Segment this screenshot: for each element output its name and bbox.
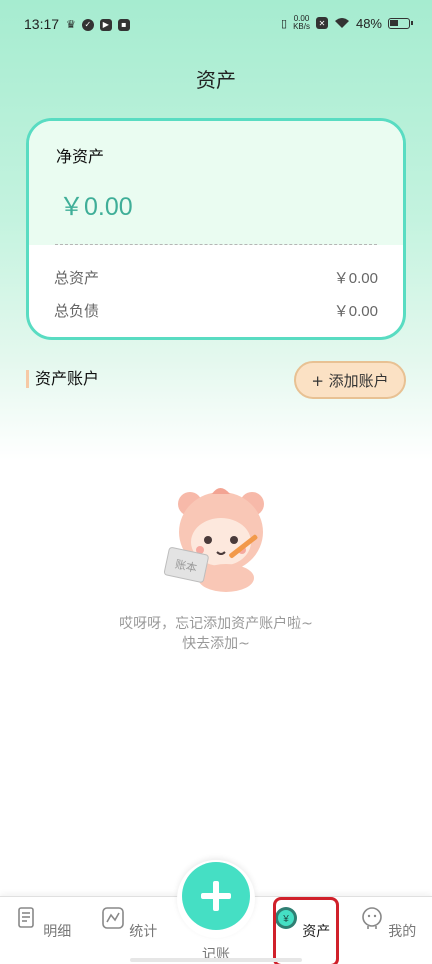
status-time: 13:17	[24, 16, 60, 32]
battery-icon	[388, 17, 413, 29]
vibrate-icon: ▯	[281, 17, 288, 30]
no-sim-icon: ✕	[315, 17, 328, 29]
nav-item-statistics[interactable]: 统计	[99, 906, 159, 941]
status-right-icons: ▯ 0.00 KB/s ✕ 48%	[281, 15, 413, 31]
total-liabilities-label: 总负债	[54, 302, 100, 320]
home-indicator	[130, 958, 302, 962]
nav-label-profile: 我的	[388, 924, 417, 940]
empty-state-message: 哎呀呀，忘记添加资产账户啦~ 快去添加~	[0, 614, 432, 654]
card-divider	[55, 244, 377, 245]
document-icon	[17, 907, 34, 928]
status-notification-icons: ♛ ✓ ▶ ▪	[66, 18, 130, 31]
network-speed: 0.00 KB/s	[293, 15, 310, 31]
page-title: 资产	[196, 68, 236, 92]
total-liabilities-row: 总负债 ￥0.00	[54, 300, 378, 321]
chart-icon	[101, 907, 124, 929]
status-bar: 13:17 ♛ ✓ ▶ ▪ ▯ 0.00 KB/s ✕ 48%	[0, 0, 432, 50]
nav-item-details[interactable]: 明细	[13, 906, 73, 941]
total-assets-label: 总资产	[54, 269, 100, 287]
network-speed-unit: KB/s	[293, 22, 310, 31]
asset-accounts-title: 资产账户	[26, 370, 99, 388]
check-badge-icon: ✓	[81, 18, 94, 31]
total-liabilities-value: ￥0.00	[333, 303, 378, 320]
mascot-illustration: 账本	[163, 488, 264, 592]
nav-label-statistics: 统计	[129, 924, 158, 940]
empty-state-line-2: 快去添加~	[182, 636, 250, 652]
nav-item-profile[interactable]: 我的	[358, 906, 418, 941]
total-assets-row: 总资产 ￥0.00	[54, 267, 378, 288]
add-account-button[interactable]: + 添加账户	[294, 361, 406, 399]
battery-percent: 48%	[355, 15, 382, 31]
add-record-fab[interactable]	[182, 862, 250, 930]
crown-icon: ♛	[66, 18, 76, 31]
plus-icon	[201, 881, 231, 911]
active-tab-highlight	[273, 897, 339, 964]
card-top-section	[29, 121, 403, 245]
empty-state-line-1: 哎呀呀，忘记添加资产账户啦~	[119, 616, 313, 632]
net-assets-value: ￥0.00	[59, 193, 133, 221]
play-app-icon: ▶	[99, 18, 112, 31]
profile-icon	[361, 907, 382, 929]
net-assets-label: 净资产	[56, 147, 105, 166]
nav-label-details: 明细	[43, 924, 72, 940]
total-assets-value: ￥0.00	[333, 270, 378, 287]
net-assets-card: 净资产 ￥0.00 总资产 ￥0.00 总负债 ￥0.00	[26, 118, 406, 340]
app-notification-icon: ▪	[117, 18, 130, 31]
wifi-icon	[334, 18, 349, 28]
